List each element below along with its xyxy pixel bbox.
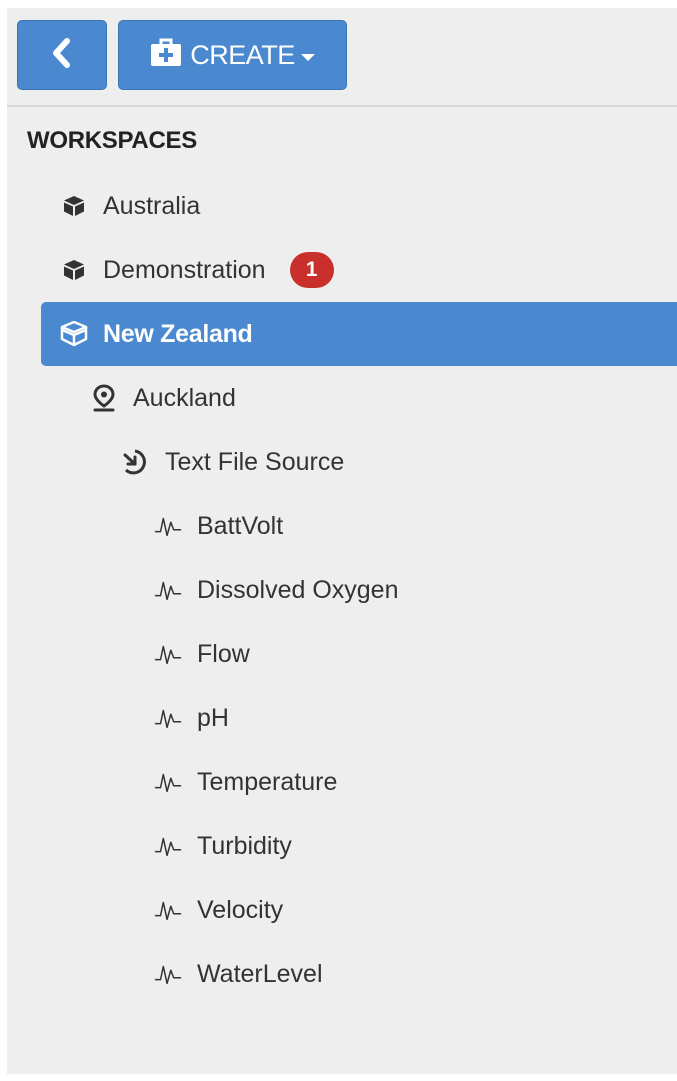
chevron-left-icon bbox=[51, 37, 73, 73]
pulse-icon bbox=[153, 959, 183, 989]
tree-item-label: Text File Source bbox=[165, 447, 345, 476]
tree-item-label: Turbidity bbox=[197, 831, 292, 860]
medkit-icon bbox=[150, 37, 182, 74]
pulse-icon bbox=[153, 895, 183, 925]
back-button[interactable] bbox=[17, 20, 107, 90]
import-icon bbox=[121, 447, 151, 477]
workspace-item-label: Demonstration bbox=[103, 255, 266, 284]
tree-item-battvolt[interactable]: BattVolt bbox=[41, 494, 677, 558]
workspace-item-demonstration[interactable]: Demonstration 1 bbox=[41, 238, 677, 302]
notification-badge: 1 bbox=[289, 252, 334, 288]
tree-item-label: Flow bbox=[197, 639, 250, 668]
pulse-icon bbox=[153, 703, 183, 733]
workspace-item-label: Australia bbox=[103, 191, 201, 220]
tree-item-auckland[interactable]: Auckland bbox=[41, 366, 677, 430]
workspace-panel: CREATE WORKSPACES Australia Demonstratio… bbox=[7, 8, 677, 1074]
pulse-icon bbox=[153, 639, 183, 669]
tree-item-velocity[interactable]: Velocity bbox=[41, 878, 677, 942]
pulse-icon bbox=[153, 767, 183, 797]
tree-item-label: Auckland bbox=[133, 383, 236, 412]
workspaces-title: WORKSPACES bbox=[27, 127, 197, 154]
tree-item-text-file-source[interactable]: Text File Source bbox=[41, 430, 677, 494]
toolbar: CREATE bbox=[7, 8, 677, 107]
cube-icon bbox=[59, 191, 89, 221]
tree-item-flow[interactable]: Flow bbox=[41, 622, 677, 686]
create-button[interactable]: CREATE bbox=[118, 20, 347, 90]
cube-icon bbox=[59, 255, 89, 285]
map-marker-icon bbox=[89, 383, 119, 413]
pulse-icon bbox=[153, 831, 183, 861]
workspace-item-label: New Zealand bbox=[103, 319, 253, 348]
cubes-icon bbox=[59, 319, 89, 349]
tree-item-temperature[interactable]: Temperature bbox=[41, 750, 677, 814]
create-label: CREATE bbox=[190, 39, 295, 70]
tree-item-label: Dissolved Oxygen bbox=[197, 575, 399, 604]
tree-item-label: Velocity bbox=[197, 895, 284, 924]
workspace-item-australia[interactable]: Australia bbox=[41, 174, 677, 238]
tree-item-label: pH bbox=[197, 703, 229, 732]
tree-item-ph[interactable]: pH bbox=[41, 686, 677, 750]
pulse-icon bbox=[153, 511, 183, 541]
tree-item-dissolved-oxygen[interactable]: Dissolved Oxygen bbox=[41, 558, 677, 622]
pulse-icon bbox=[153, 575, 183, 605]
tree-item-label: WaterLevel bbox=[197, 959, 323, 988]
tree-item-label: BattVolt bbox=[197, 511, 284, 540]
tree-item-waterlevel[interactable]: WaterLevel bbox=[41, 942, 677, 1006]
caret-down-icon bbox=[300, 53, 315, 61]
tree-item-turbidity[interactable]: Turbidity bbox=[41, 814, 677, 878]
workspace-item-new-zealand[interactable]: New Zealand bbox=[41, 302, 677, 366]
tree-item-label: Temperature bbox=[197, 767, 338, 796]
